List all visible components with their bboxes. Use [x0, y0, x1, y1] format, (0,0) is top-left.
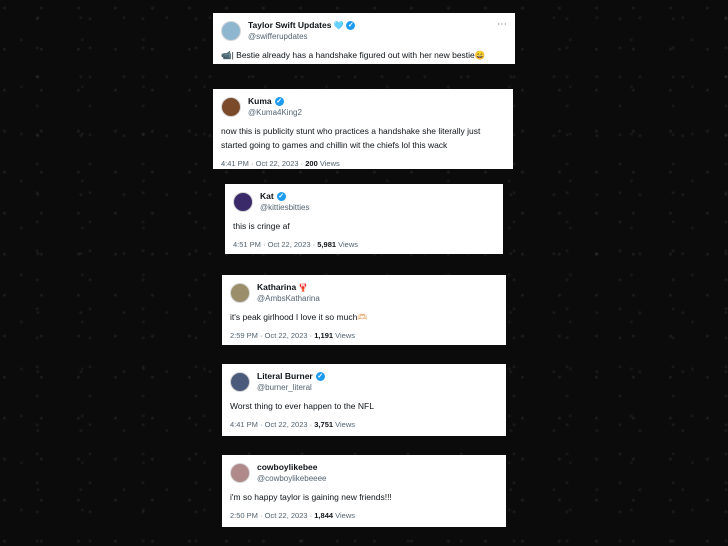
separator: · — [312, 240, 316, 249]
tweet-time[interactable]: 2:59 PM — [230, 331, 258, 340]
views-label: Views — [335, 511, 356, 520]
tweet-card[interactable]: Katharina 🦞 @AmbsKatharina it's peak gir… — [222, 275, 506, 345]
tweet-card[interactable]: cowboylikebee @cowboylikebeeee i'm so ha… — [222, 455, 506, 527]
tweet-card[interactable]: Literal Burner ✓ @burner_literal Worst t… — [222, 364, 506, 436]
verified-badge-icon: ✓ — [274, 97, 284, 106]
tweet-card[interactable]: Kat ✓ @kittiesbitties this is cringe af … — [225, 184, 503, 254]
verified-badge-icon: ✓ — [346, 21, 356, 30]
separator: · — [260, 511, 263, 520]
separator: · — [260, 420, 263, 429]
verified-badge-icon: ✓ — [315, 372, 325, 381]
tweet-date[interactable]: Oct 22, 2023 — [256, 159, 299, 168]
display-name[interactable]: Literal Burner — [257, 371, 313, 382]
avatar[interactable] — [230, 372, 250, 392]
views-label: Views — [335, 420, 356, 429]
tweet-text: this is cringe af — [233, 221, 290, 231]
views-label: Views — [319, 159, 340, 168]
avatar[interactable] — [230, 283, 250, 303]
tweet-text: now this is publicity stunt who practice… — [221, 126, 481, 150]
separator: · — [260, 331, 263, 340]
avatar[interactable] — [233, 192, 253, 212]
avatar[interactable] — [221, 97, 241, 117]
separator: · — [309, 420, 313, 429]
tweet-time[interactable]: 2:50 PM — [230, 511, 258, 520]
separator: · — [309, 331, 313, 340]
tweet-meta: 2:59 PM · Oct 22, 2023 · 1,191 Views — [230, 331, 498, 340]
tweet-date[interactable]: Oct 22, 2023 — [265, 511, 308, 520]
user-handle[interactable]: @cowboylikebeeee — [257, 473, 327, 484]
tweet-time[interactable]: 4:41 PM — [230, 420, 258, 429]
view-count: 200 — [305, 159, 318, 168]
display-name[interactable]: Taylor Swift Updates — [248, 20, 331, 31]
display-name[interactable]: Kat — [260, 191, 274, 202]
avatar[interactable] — [230, 463, 250, 483]
display-name[interactable]: cowboylikebee — [257, 462, 317, 473]
separator: · — [263, 240, 266, 249]
views-label: Views — [335, 331, 356, 340]
user-handle[interactable]: @Kuma4King2 — [248, 107, 302, 118]
tweet-meta: 4:41 PM · Oct 22, 2023 · 200 Views — [221, 159, 505, 168]
tweet-date[interactable]: Oct 22, 2023 — [268, 240, 311, 249]
name-emoji: 🩵 — [333, 21, 344, 30]
tweet-time[interactable]: 4:51 PM — [233, 240, 261, 249]
tweet-meta: 2:50 PM · Oct 22, 2023 · 1,844 Views — [230, 511, 498, 520]
tweet-text: Worst thing to ever happen to the NFL — [230, 401, 374, 411]
tweet-text: it's peak girlhood I love it so much🫶🏻 — [230, 312, 368, 322]
tweet-date[interactable]: Oct 22, 2023 — [265, 331, 308, 340]
display-name[interactable]: Katharina — [257, 282, 296, 293]
tweet-meta: 4:51 PM · Oct 22, 2023 · 5,981 Views — [233, 240, 495, 249]
user-handle[interactable]: @swifferupdates — [248, 31, 355, 42]
tweet-text: i'm so happy taylor is gaining new frien… — [230, 492, 392, 502]
name-emoji: 🦞 — [298, 283, 309, 292]
separator: · — [251, 159, 254, 168]
view-count: 5,981 — [317, 240, 337, 249]
more-dots-icon[interactable]: ⋯ — [497, 19, 507, 30]
view-count: 1,844 — [314, 511, 334, 520]
views-label: Views — [338, 240, 359, 249]
separator: · — [309, 511, 313, 520]
separator: · — [300, 159, 304, 168]
tweet-meta: 4:41 PM · Oct 22, 2023 · 3,751 Views — [230, 420, 498, 429]
tweet-date[interactable]: Oct 22, 2023 — [265, 420, 308, 429]
user-handle[interactable]: @AmbsKatharina — [257, 293, 320, 304]
view-count: 1,191 — [314, 331, 334, 340]
tweet-time[interactable]: 4:41 PM — [221, 159, 249, 168]
avatar[interactable] — [221, 21, 241, 41]
user-handle[interactable]: @kittiesbitties — [260, 202, 309, 213]
verified-badge-icon: ✓ — [276, 192, 286, 201]
view-count: 3,751 — [314, 420, 334, 429]
tweet-card[interactable]: Kuma ✓ @Kuma4King2 now this is publicity… — [213, 89, 513, 169]
tweet-card[interactable]: Taylor Swift Updates 🩵 ✓ @swifferupdates… — [213, 13, 515, 64]
tweet-text: 📹| Bestie already has a handshake figure… — [221, 50, 486, 60]
display-name[interactable]: Kuma — [248, 96, 272, 107]
user-handle[interactable]: @burner_literal — [257, 382, 325, 393]
